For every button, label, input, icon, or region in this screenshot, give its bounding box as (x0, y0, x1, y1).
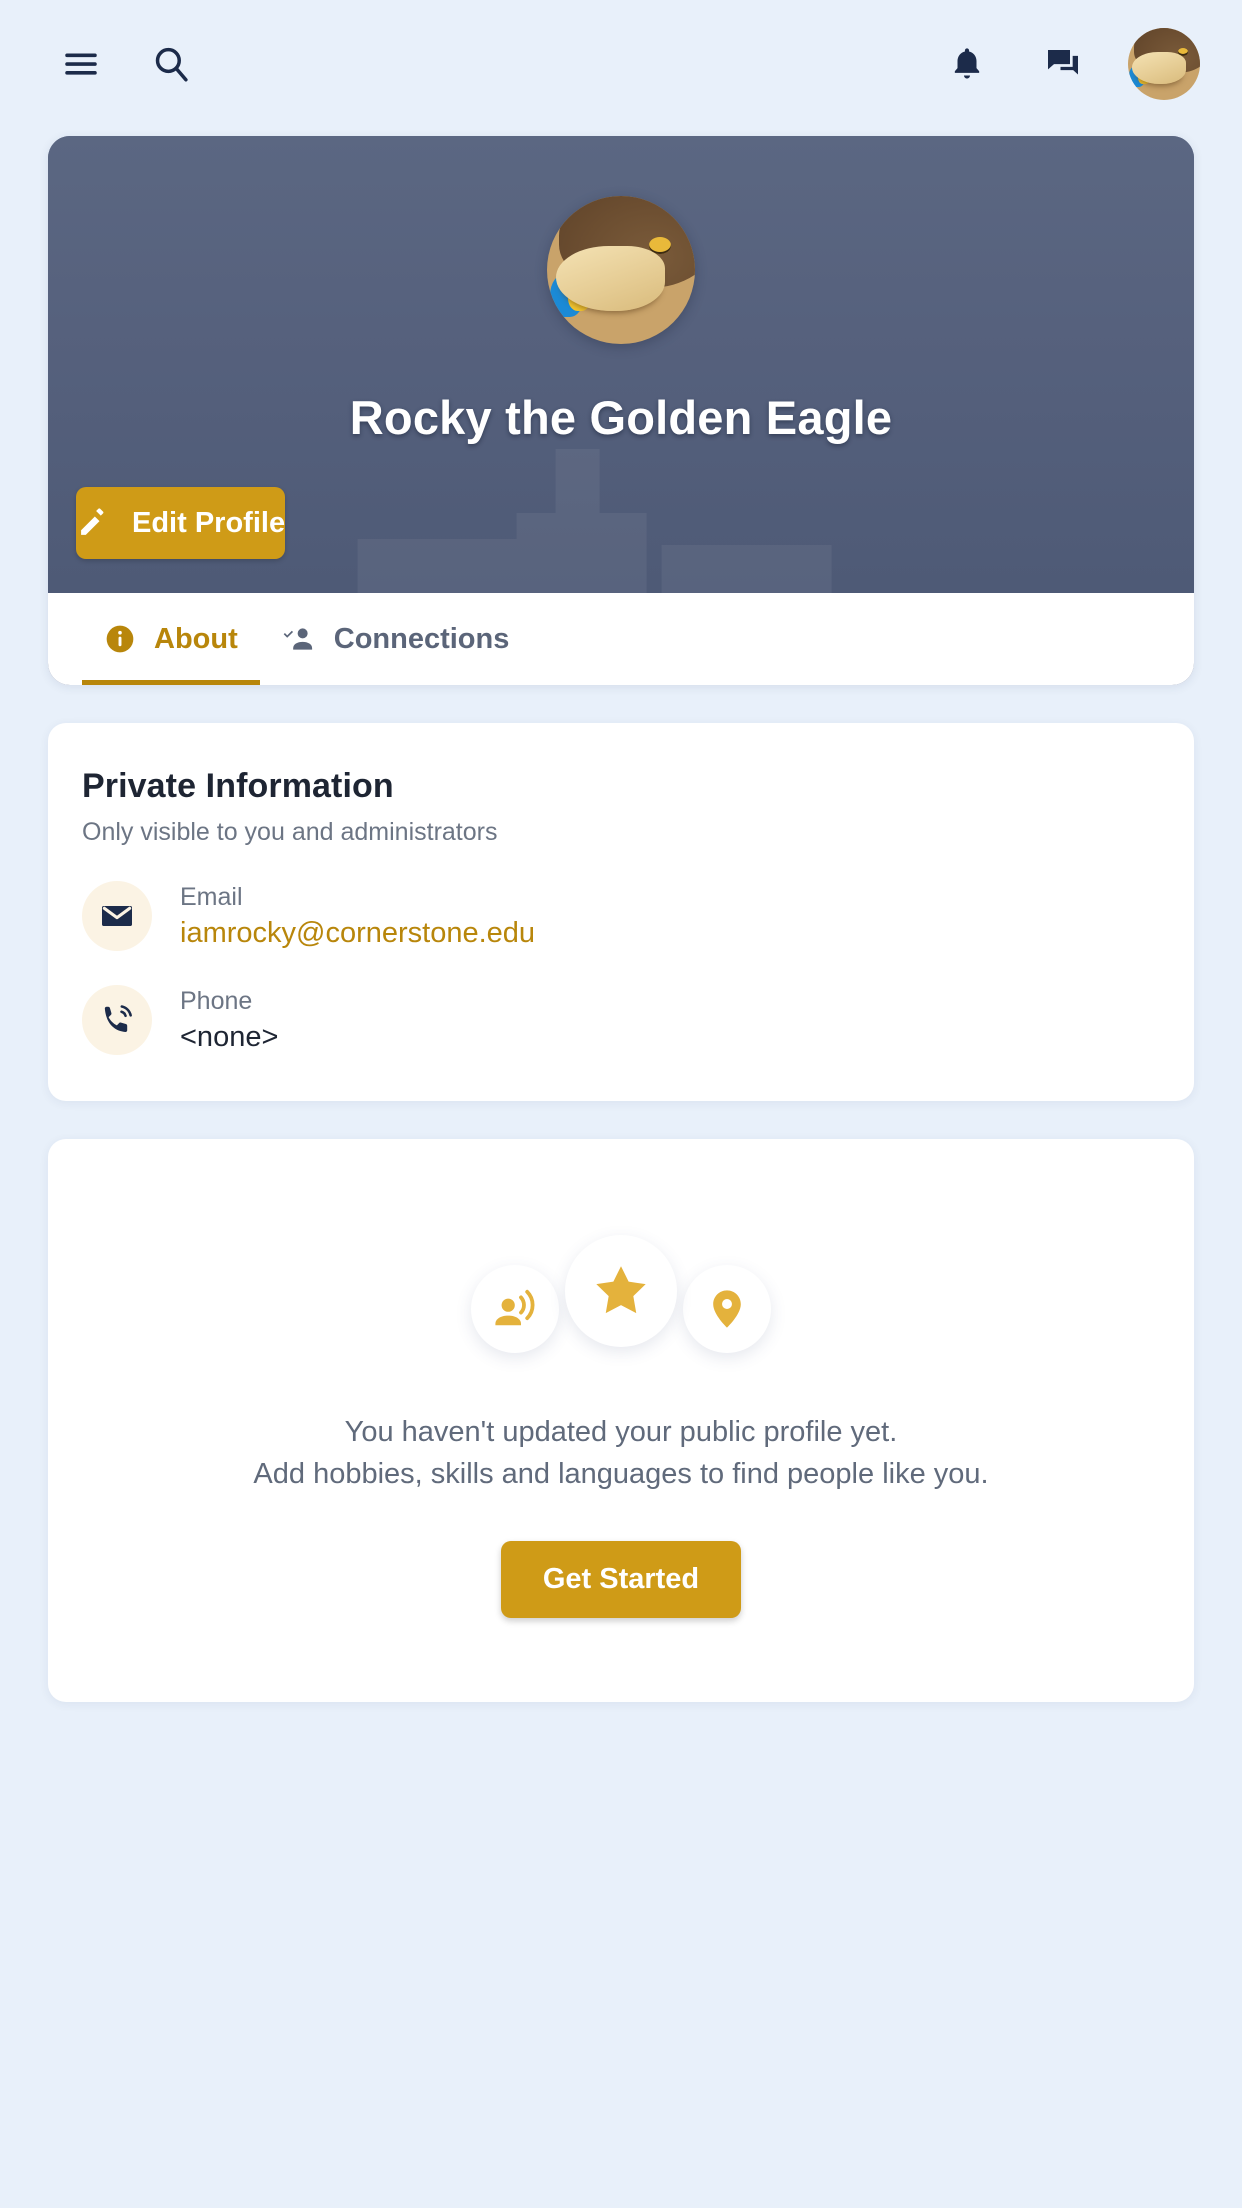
info-row-phone: Phone <none> (82, 985, 1160, 1055)
avatar[interactable] (1128, 28, 1200, 100)
profile-page: Rocky the Golden Eagle Edit Profile Abou… (0, 0, 1242, 2208)
profile-avatar[interactable] (547, 196, 695, 344)
app-bar (0, 0, 1242, 128)
location-pin-icon (683, 1265, 771, 1353)
profile-tabs: About Connections (48, 593, 1194, 685)
page-title: Rocky the Golden Eagle (349, 391, 893, 444)
empty-state-illustration (471, 1235, 771, 1353)
profile-avatar-image (547, 196, 695, 344)
tab-about[interactable]: About (82, 593, 260, 685)
hamburger-menu-icon[interactable] (50, 33, 112, 95)
app-bar-right-group (936, 28, 1200, 100)
tab-connections[interactable]: Connections (260, 593, 532, 685)
info-text-email: Email iamrocky@cornerstone.edu (180, 883, 535, 950)
edit-profile-button[interactable]: Edit Profile (76, 487, 286, 559)
email-icon (82, 881, 152, 951)
phone-label: Phone (180, 986, 253, 1015)
edit-profile-label: Edit Profile (132, 506, 286, 539)
phone-value: <none> (180, 1020, 279, 1053)
app-bar-left-group (50, 33, 202, 95)
public-profile-empty-card: You haven't updated your public profile … (48, 1139, 1194, 1703)
phone-icon (82, 985, 152, 1055)
forum-icon[interactable] (1032, 33, 1094, 95)
info-row-email: Email iamrocky@cornerstone.edu (82, 881, 1160, 951)
private-information-title: Private Information (82, 767, 394, 805)
tab-connections-label: Connections (333, 622, 510, 655)
bell-icon[interactable] (936, 33, 998, 95)
user-avatar-image (1128, 28, 1200, 100)
info-icon (104, 623, 136, 655)
info-text-phone: Phone <none> (180, 987, 278, 1054)
profile-cover: Rocky the Golden Eagle Edit Profile (48, 136, 1194, 593)
profile-header-card: Rocky the Golden Eagle Edit Profile Abou… (48, 136, 1194, 685)
record-voice-over-icon (471, 1265, 559, 1353)
search-icon[interactable] (140, 33, 202, 95)
tab-about-label: About (154, 622, 238, 655)
empty-state-line-1: You haven't updated your public profile … (344, 1416, 898, 1448)
email-value[interactable]: iamrocky@cornerstone.edu (180, 917, 535, 950)
email-label: Email (180, 882, 243, 911)
star-icon (565, 1235, 677, 1347)
pencil-icon (76, 506, 110, 540)
private-information-card: Private Information Only visible to you … (48, 723, 1194, 1101)
get-started-button[interactable]: Get Started (500, 1541, 742, 1619)
person-check-icon (282, 623, 316, 655)
empty-state-line-2: Add hobbies, skills and languages to fin… (253, 1458, 989, 1491)
private-information-subtitle: Only visible to you and administrators (82, 818, 498, 846)
